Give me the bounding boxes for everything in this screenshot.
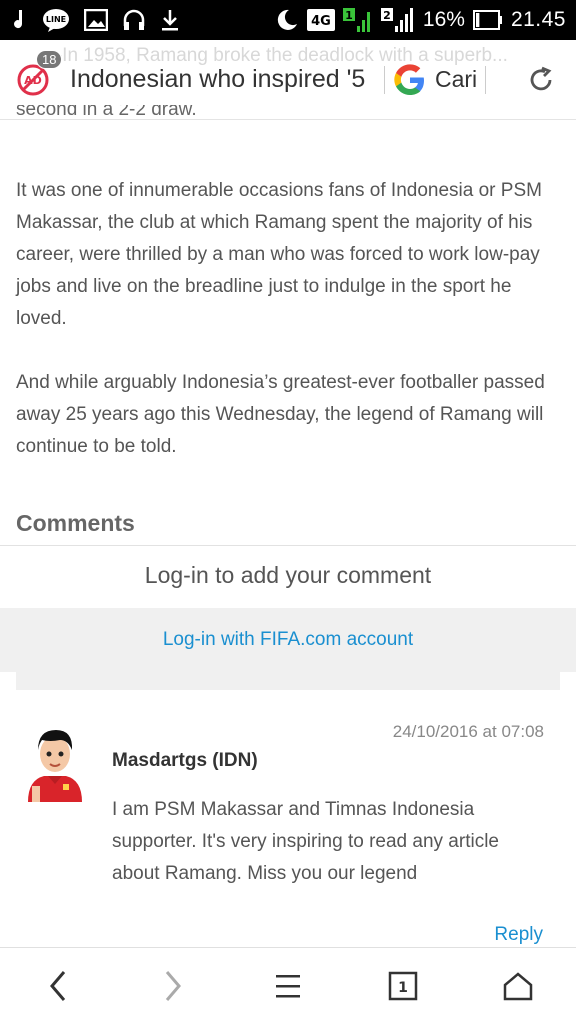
adblock-count-badge: 18 [36, 49, 63, 69]
article-paragraph: It was one of innumerable occasions fans… [16, 180, 542, 329]
login-band: Log-in with FIFA.com account [0, 608, 576, 672]
comment-date: 24/10/2016 at 07:08 [392, 722, 544, 741]
comment-text: I am PSM Makassar and Timnas Indonesia s… [112, 799, 499, 884]
comments-heading: Comments [16, 510, 135, 536]
home-button[interactable] [488, 956, 548, 1016]
back-button[interactable] [28, 956, 88, 1016]
status-bar: LINE 4G 1 2 16% 21.45 [0, 0, 576, 40]
tabs-button[interactable]: 1 [373, 956, 433, 1016]
svg-text:LINE: LINE [46, 15, 66, 24]
google-icon [394, 63, 424, 95]
login-prompt: Log-in to add your comment [144, 562, 432, 588]
network-type: 4G [306, 9, 335, 31]
article-body: second in a 2-2 draw. It was one of innu… [16, 105, 556, 463]
login-fifa-link[interactable]: Log-in with FIFA.com account [163, 629, 413, 651]
download-icon [160, 8, 180, 32]
tabs-icon: 1 [388, 971, 418, 1001]
music-note-icon [10, 8, 28, 32]
google-search-button[interactable]: Cari [393, 63, 477, 97]
forward-icon [165, 971, 181, 1001]
search-label: Cari [435, 66, 478, 92]
divider [384, 65, 385, 94]
headphones-icon [122, 8, 146, 32]
svg-text:1: 1 [398, 980, 408, 996]
svg-text:AD: AD [24, 74, 42, 87]
menu-button[interactable] [258, 956, 318, 1016]
reply-link[interactable]: Reply [494, 924, 543, 946]
comment-author[interactable]: Masdartgs (IDN) [112, 750, 258, 772]
line-app-icon: LINE [42, 7, 70, 33]
image-icon [84, 9, 108, 31]
signal-sim2-icon: 2 [380, 6, 415, 34]
svg-text:4G: 4G [311, 14, 331, 29]
login-band-bottom [16, 672, 560, 690]
reload-button[interactable] [526, 65, 556, 95]
battery-icon [472, 10, 503, 30]
home-icon [504, 972, 533, 1001]
back-icon [49, 971, 65, 1001]
svg-text:1: 1 [345, 9, 353, 22]
menu-icon [275, 975, 300, 998]
forward-button[interactable] [143, 956, 203, 1016]
avatar [20, 722, 90, 804]
article-paragraph: And while arguably Indonesia’s greatest-… [16, 372, 545, 457]
reload-icon [530, 66, 552, 90]
page-title[interactable]: Indonesian who inspired '5 [70, 65, 376, 94]
divider [485, 65, 487, 94]
comment-item: 24/10/2016 at 07:08 Masdartgs (IDN) I am… [0, 700, 576, 950]
svg-text:2: 2 [383, 9, 391, 22]
article-clipped-line: second in a 2-2 draw. [16, 105, 197, 120]
clock: 21.45 [510, 8, 566, 31]
signal-icon: 1 [342, 6, 373, 34]
divider [0, 545, 576, 546]
battery-percent: 16% [422, 8, 465, 31]
browser-bottom-nav: 1 [0, 947, 576, 1024]
moon-icon [275, 8, 299, 32]
